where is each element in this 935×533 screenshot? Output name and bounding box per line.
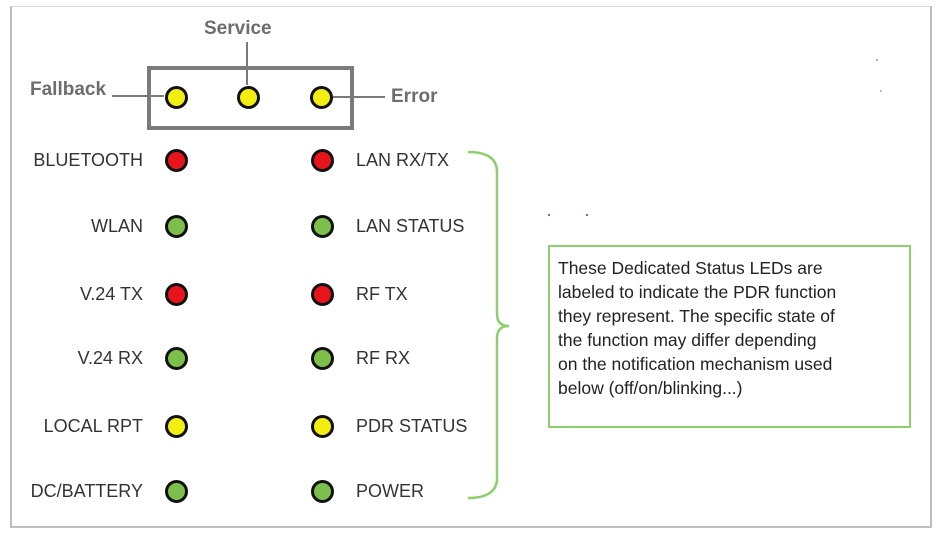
status-led-right <box>311 149 334 172</box>
service-led <box>237 86 260 109</box>
status-led-right <box>311 283 334 306</box>
service-connector-line <box>246 42 248 85</box>
status-led-left <box>165 283 188 306</box>
status-label-left: WLAN <box>90 216 143 236</box>
status-label-left: LOCAL RPT <box>43 416 143 436</box>
stray-dot <box>880 90 882 92</box>
stray-dot <box>548 214 550 216</box>
stray-dot <box>876 59 878 61</box>
note-line: they represent. The specific state of <box>558 306 835 326</box>
status-led-right <box>311 215 334 238</box>
status-label-right: LAN RX/TX <box>356 150 450 170</box>
status-led-right <box>311 480 334 503</box>
status-led-right <box>311 347 334 370</box>
status-label-left: V.24 RX <box>77 348 143 368</box>
status-label-right: POWER <box>356 481 425 501</box>
status-label-right: PDR STATUS <box>356 416 468 436</box>
note-line: below (off/on/blinking...) <box>558 378 743 398</box>
error-connector-line <box>333 96 385 98</box>
status-led-left <box>165 480 188 503</box>
stray-dot <box>586 214 588 216</box>
service-label: Service <box>204 18 272 39</box>
status-led-left <box>165 215 188 238</box>
grouping-brace <box>467 150 510 500</box>
status-label-right: RF TX <box>356 284 408 304</box>
status-label-left: BLUETOOTH <box>33 150 143 170</box>
status-label-right: RF RX <box>356 348 410 368</box>
fallback-connector-line <box>112 95 164 97</box>
dedicated-status-note: These Dedicated Status LEDs are labeled … <box>548 245 911 428</box>
status-led-right <box>311 415 334 438</box>
note-line: labeled to indicate the PDR function <box>558 282 837 302</box>
status-label-left: DC/BATTERY <box>30 481 143 501</box>
fallback-label: Fallback <box>30 79 107 100</box>
error-led <box>310 86 333 109</box>
note-line: These Dedicated Status LEDs are <box>558 258 823 278</box>
fallback-led <box>165 86 188 109</box>
status-label-right: LAN STATUS <box>356 216 465 236</box>
note-line: on the notification mechanism used <box>558 354 833 374</box>
status-label-left: V.24 TX <box>79 284 143 304</box>
status-led-left <box>165 347 188 370</box>
note-line: the function may differ depending <box>558 330 817 350</box>
status-led-left <box>165 415 188 438</box>
status-led-left <box>165 149 188 172</box>
error-label: Error <box>391 86 438 107</box>
